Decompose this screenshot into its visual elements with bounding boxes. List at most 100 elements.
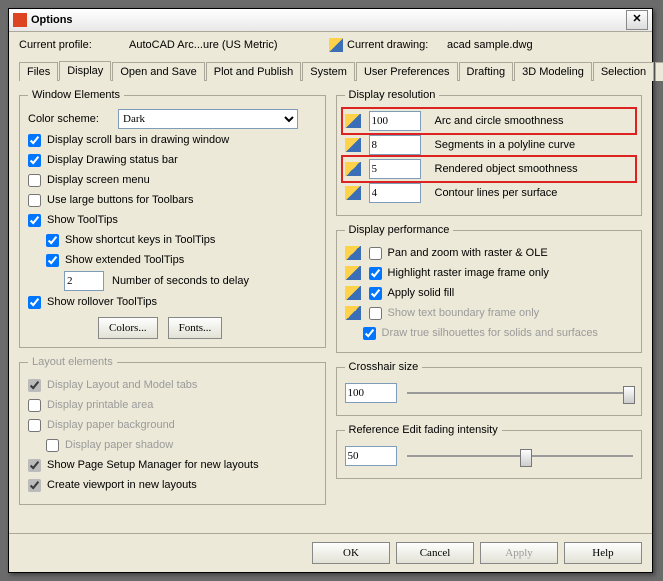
cb-solid-fill[interactable] [369, 287, 382, 300]
cb-statusbar-label: Display Drawing status bar [47, 154, 178, 166]
window-elements-group: Window Elements Color scheme: Dark Displ… [19, 89, 326, 348]
crosshair-size-legend: Crosshair size [345, 361, 423, 373]
contour-lines-input[interactable] [369, 183, 421, 203]
layout-elements-group: Layout elements Display Layout and Model… [19, 356, 326, 505]
cb-text-frame-label: Show text boundary frame only [388, 307, 540, 319]
display-resolution-legend: Display resolution [345, 89, 440, 101]
cb-text-frame[interactable] [369, 307, 382, 320]
cb-statusbar[interactable] [28, 154, 41, 167]
cb-rollover-tooltips-label: Show rollover ToolTips [47, 296, 157, 308]
cb-scrollbars-label: Display scroll bars in drawing window [47, 134, 229, 146]
cb-printable-area-label: Display printable area [47, 399, 153, 411]
window-elements-legend: Window Elements [28, 89, 124, 101]
cb-solid-fill-label: Apply solid fill [388, 287, 455, 299]
drawing-override-icon [345, 306, 361, 320]
cb-screenmenu-label: Display screen menu [47, 174, 150, 186]
colors-button[interactable]: Colors... [98, 317, 158, 339]
profile-row: Current profile: AutoCAD Arc...ure (US M… [19, 38, 642, 52]
drawing-override-icon [345, 114, 361, 128]
display-performance-group: Display performance Pan and zoom with ra… [336, 224, 643, 353]
color-scheme-select[interactable]: Dark [118, 109, 298, 129]
cb-paper-background[interactable] [28, 419, 41, 432]
tab-files[interactable]: Files [19, 62, 58, 81]
tab-display[interactable]: Display [59, 61, 111, 81]
arc-smoothness-input[interactable] [369, 111, 421, 131]
ok-button[interactable]: OK [312, 542, 390, 564]
rendered-smoothness-input[interactable] [369, 159, 421, 179]
reference-edit-legend: Reference Edit fading intensity [345, 424, 502, 436]
app-icon [13, 13, 27, 27]
cb-paper-shadow-label: Display paper shadow [65, 439, 173, 451]
cb-rollover-tooltips[interactable] [28, 296, 41, 309]
help-button[interactable]: Help [564, 542, 642, 564]
cb-shortcut-keys[interactable] [46, 234, 59, 247]
color-scheme-label: Color scheme: [28, 113, 118, 125]
cb-largebuttons[interactable] [28, 194, 41, 207]
titlebar: Options ✕ [9, 9, 652, 32]
close-button[interactable]: ✕ [626, 10, 648, 30]
segments-input[interactable] [369, 135, 421, 155]
cb-page-setup-manager[interactable] [28, 459, 41, 472]
display-resolution-group: Display resolution Arc and circle smooth… [336, 89, 643, 216]
window-title: Options [31, 14, 626, 26]
cb-layout-model[interactable] [28, 379, 41, 392]
cb-create-viewport-label: Create viewport in new layouts [47, 479, 197, 491]
drawing-override-icon [345, 286, 361, 300]
rendered-smoothness-label: Rendered object smoothness [435, 163, 578, 175]
cb-scrollbars[interactable] [28, 134, 41, 147]
tab-plot-publish[interactable]: Plot and Publish [206, 62, 302, 81]
contour-lines-label: Contour lines per surface [435, 187, 558, 199]
display-performance-legend: Display performance [345, 224, 454, 236]
cb-paper-background-label: Display paper background [47, 419, 175, 431]
dialog-buttons: OK Cancel Apply Help [9, 533, 652, 572]
cb-highlight-raster-label: Highlight raster image frame only [388, 267, 549, 279]
arc-smoothness-label: Arc and circle smoothness [435, 115, 564, 127]
tab-system[interactable]: System [302, 62, 355, 81]
tab-open-save[interactable]: Open and Save [112, 62, 204, 81]
cb-layout-model-label: Display Layout and Model tabs [47, 379, 197, 391]
tooltip-delay-input[interactable] [64, 271, 104, 291]
cb-silhouettes[interactable] [363, 327, 376, 340]
current-drawing-value: acad sample.dwg [447, 39, 533, 51]
layout-elements-legend: Layout elements [28, 356, 117, 368]
cb-shortcut-keys-label: Show shortcut keys in ToolTips [65, 234, 215, 246]
current-drawing-label: Current drawing: [347, 39, 447, 51]
drawing-override-icon [345, 266, 361, 280]
tab-profiles[interactable]: Pro [655, 62, 663, 81]
cb-largebuttons-label: Use large buttons for Toolbars [47, 194, 194, 206]
cb-create-viewport[interactable] [28, 479, 41, 492]
current-profile-label: Current profile: [19, 39, 129, 51]
cb-extended-tooltips[interactable] [46, 254, 59, 267]
drawing-override-icon [345, 138, 361, 152]
crosshair-size-input[interactable] [345, 383, 397, 403]
tab-selection[interactable]: Selection [593, 62, 654, 81]
crosshair-size-group: Crosshair size [336, 361, 643, 416]
cb-pan-zoom[interactable] [369, 247, 382, 260]
cb-silhouettes-label: Draw true silhouettes for solids and sur… [382, 327, 598, 339]
tab-user-prefs[interactable]: User Preferences [356, 62, 458, 81]
refedit-fade-slider[interactable] [407, 447, 634, 465]
drawing-icon [329, 38, 343, 52]
segments-label: Segments in a polyline curve [435, 139, 576, 151]
refedit-fade-input[interactable] [345, 446, 397, 466]
current-profile-value: AutoCAD Arc...ure (US Metric) [129, 39, 329, 51]
drawing-override-icon [345, 162, 361, 176]
cb-tooltips[interactable] [28, 214, 41, 227]
cb-pan-zoom-label: Pan and zoom with raster & OLE [388, 247, 548, 259]
apply-button[interactable]: Apply [480, 542, 558, 564]
cb-highlight-raster[interactable] [369, 267, 382, 280]
fonts-button[interactable]: Fonts... [168, 317, 223, 339]
tab-drafting[interactable]: Drafting [459, 62, 514, 81]
cb-screenmenu[interactable] [28, 174, 41, 187]
reference-edit-group: Reference Edit fading intensity [336, 424, 643, 479]
drawing-override-icon [345, 246, 361, 260]
crosshair-size-slider[interactable] [407, 384, 634, 402]
cb-page-setup-manager-label: Show Page Setup Manager for new layouts [47, 459, 259, 471]
tab-3d-modeling[interactable]: 3D Modeling [514, 62, 592, 81]
cb-tooltips-label: Show ToolTips [47, 214, 118, 226]
tooltip-delay-label: Number of seconds to delay [112, 275, 249, 287]
cb-printable-area[interactable] [28, 399, 41, 412]
cancel-button[interactable]: Cancel [396, 542, 474, 564]
cb-extended-tooltips-label: Show extended ToolTips [65, 254, 184, 266]
cb-paper-shadow[interactable] [46, 439, 59, 452]
